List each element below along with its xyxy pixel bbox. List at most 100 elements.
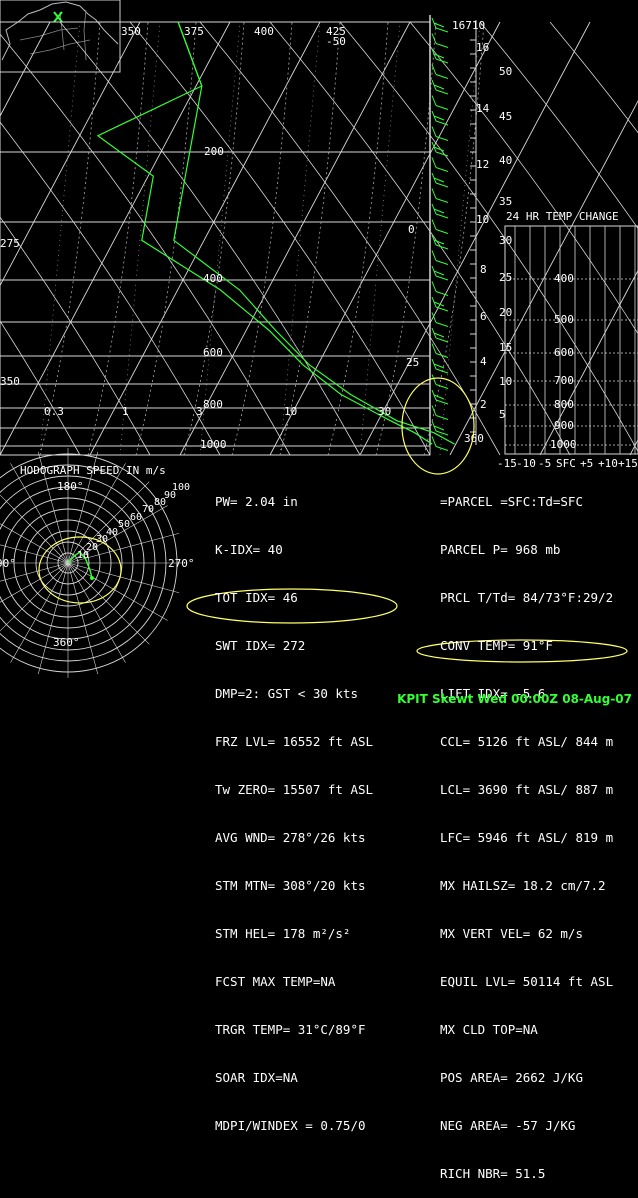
hodo-ring-label: 60: [130, 512, 142, 523]
kft-label: 5: [499, 408, 506, 421]
index-line: K-IDX= 40: [215, 542, 283, 557]
hodo-spoke: [67, 562, 99, 675]
barb-flag: [435, 368, 449, 374]
tc-pressure-label: 600: [554, 346, 574, 359]
wind-barb: [431, 188, 449, 203]
pressure-label: 200: [204, 145, 224, 158]
barb-flag: [435, 213, 449, 219]
barb-flag: [435, 151, 449, 157]
index-line: SOAR IDX=NA: [215, 1070, 298, 1085]
kft-label: 25: [499, 271, 512, 284]
temp-change-title: 24 HR TEMP CHANGE: [506, 210, 619, 223]
mixing-ratio-label: 3: [196, 405, 203, 418]
moist-adiabat: [279, 21, 341, 456]
mixing-ratio-label: 1: [122, 405, 129, 418]
index-line: TOT IDX= 46: [215, 590, 298, 605]
hodo-dir-label: 270°: [168, 557, 195, 570]
wind-barb: [431, 405, 449, 420]
moist-adiabat: [135, 21, 197, 456]
tc-pressure-label: 500: [554, 313, 574, 326]
barb-flag: [435, 58, 449, 64]
isotherm: [0, 21, 231, 456]
wind-barb: [431, 203, 449, 219]
moist-adiabat: [87, 21, 149, 456]
footer-title: KPIT Skewt Wed 00:00Z 08-Aug-07: [397, 692, 632, 706]
dry-adiabat: [199, 21, 501, 456]
wind-barb: [431, 157, 449, 172]
km-label: 8: [480, 263, 487, 276]
wind-barb: [431, 33, 449, 48]
wind-barb: [431, 389, 449, 405]
barb-flag: [435, 353, 449, 358]
wind-barb: [431, 265, 449, 281]
tc-pressure-label: 900: [554, 419, 574, 432]
tc-pressure-label: 1000: [550, 438, 577, 451]
isotherm: [269, 21, 501, 456]
km-label: 12: [476, 158, 489, 171]
pressure-label: 800: [203, 398, 223, 411]
temp-label: -50: [326, 35, 346, 48]
index-line: CCL= 5126 ft ASL/ 844 m: [440, 734, 614, 749]
left-label: 350: [0, 375, 20, 388]
index-line: Tw ZERO= 15507 ft ASL: [215, 782, 374, 797]
barb-flag: [435, 275, 449, 281]
tc-pressure-label: 400: [554, 272, 574, 285]
theta-label: 400: [254, 25, 274, 38]
barb-flag: [435, 89, 449, 95]
hodo-spoke: [0, 494, 69, 564]
wind-barb: [431, 17, 449, 33]
hodo-spoke: [67, 562, 180, 594]
kft-label: 45: [499, 110, 512, 123]
barb-staff: [431, 157, 437, 168]
barb-staff: [431, 219, 437, 230]
barb-flag: [435, 27, 449, 33]
barb-staff: [431, 126, 437, 137]
index-line: MDPI/WINDEX = 0.75/0: [215, 1118, 366, 1133]
index-line: POS AREA= 2662 J/KG: [440, 1070, 583, 1085]
isotherm: [449, 100, 638, 456]
index-line: MX HAILSZ= 18.2 cm/7.2: [440, 878, 606, 893]
dewpoint-line: [96, 21, 433, 445]
moist-adiabat: [327, 21, 389, 456]
index-line: CONV TEMP= 91°F: [440, 638, 553, 653]
isotherm: [89, 21, 321, 456]
dry-adiabat: [409, 21, 638, 335]
mixing-ratio-label: 0.3: [44, 405, 64, 418]
index-line: STM HEL= 178 m²/s²: [215, 926, 351, 941]
barb-staff: [431, 436, 437, 447]
barb-flag: [435, 337, 449, 343]
km-label: 16: [476, 41, 489, 54]
index-line: SWT IDX= 272: [215, 638, 306, 653]
wind-barb: [431, 141, 449, 157]
wind-barb: [431, 327, 449, 343]
wind-barb: [431, 172, 449, 188]
barb-flag: [435, 198, 449, 203]
kft-label: 40: [499, 154, 512, 167]
index-line: AVG WND= 278°/26 kts: [215, 830, 366, 845]
barb-staff: [431, 250, 437, 261]
mixing-ratio-line: [39, 21, 81, 456]
index-line: STM MTN= 308°/20 kts: [215, 878, 366, 893]
dry-adiabat: [269, 21, 571, 456]
wind-barb: [431, 126, 449, 141]
barb-staff: [431, 281, 437, 292]
index-line: PRCL T/Td= 84/73°F:29/2: [440, 590, 614, 605]
index-line: MX CLD TOP=NA: [440, 1022, 538, 1037]
hodo-ring-label: 50: [118, 519, 130, 530]
barb-staff: [431, 95, 437, 106]
index-line: EQUIL LVL= 50114 ft ASL: [440, 974, 614, 989]
kft-label: 50: [499, 65, 512, 78]
mixing-ratio-line: [199, 21, 241, 456]
barb-staff: [431, 405, 437, 416]
index-line: MX VERT VEL= 62 m/s: [440, 926, 583, 941]
barb-flag: [435, 446, 449, 451]
kft-label: 35: [499, 195, 512, 208]
mixing-ratio-line: [119, 21, 161, 456]
moist-adiabat: [39, 21, 101, 456]
pressure-label: 400: [203, 272, 223, 285]
wind-barb: [431, 296, 449, 312]
barb-flag: [435, 322, 449, 327]
mixing-ratio-label: 30: [378, 405, 391, 418]
tc-pressure-label: 800: [554, 398, 574, 411]
tc-pressure-label: 700: [554, 374, 574, 387]
